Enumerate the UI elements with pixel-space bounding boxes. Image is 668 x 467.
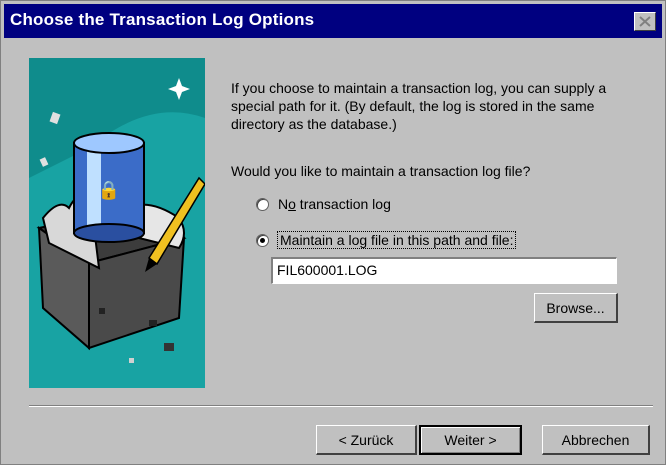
dialog-window: Choose the Transaction Log Options 🔒 If …: [0, 0, 666, 465]
back-button[interactable]: < Zurück: [316, 425, 417, 455]
cancel-button[interactable]: Abbrechen: [542, 425, 650, 455]
wizard-illustration: 🔒: [29, 58, 205, 388]
window-title: Choose the Transaction Log Options: [10, 10, 315, 29]
radio-maintain-log-option[interactable]: Maintain a log file in this path and fil…: [256, 231, 517, 249]
mnemonic-o: o: [288, 196, 296, 212]
next-button[interactable]: Weiter >: [419, 425, 522, 455]
question-label: Would you like to maintain a transaction…: [231, 163, 531, 179]
radio-maintain-log[interactable]: [256, 233, 269, 247]
title-bar[interactable]: Choose the Transaction Log Options: [4, 4, 662, 38]
browse-button[interactable]: Browse...: [534, 293, 618, 323]
separator-line: [29, 405, 653, 407]
database-cylinder-in-box-icon: 🔒: [29, 58, 205, 388]
radio-maintain-log-label[interactable]: Maintain a log file in this path and fil…: [276, 231, 517, 249]
close-button[interactable]: [634, 12, 656, 31]
radio-no-log-option[interactable]: No transaction log: [256, 196, 391, 212]
info-description: If you choose to maintain a transaction …: [231, 80, 607, 132]
svg-text:🔒: 🔒: [98, 180, 120, 201]
log-path-input[interactable]: FIL600001.LOG: [271, 257, 617, 284]
radio-no-log[interactable]: [256, 197, 269, 211]
radio-no-log-label[interactable]: No transaction log: [278, 196, 391, 212]
close-icon: [639, 16, 651, 27]
